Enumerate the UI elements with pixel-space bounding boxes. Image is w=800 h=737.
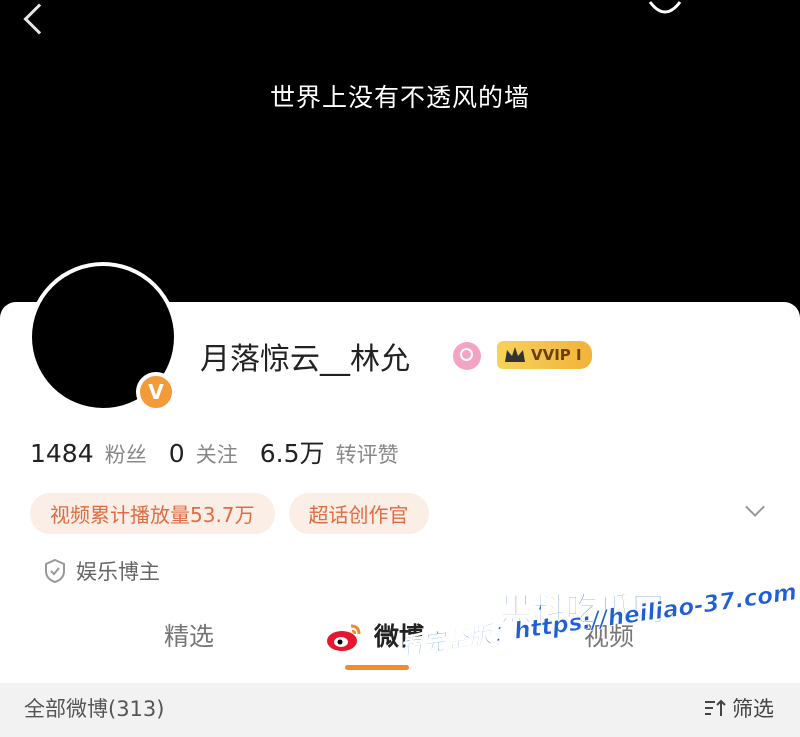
- weibo-logo-icon: [327, 624, 361, 651]
- vvip-badge[interactable]: VVIP I: [497, 341, 592, 369]
- stat-value: 1484: [30, 439, 94, 468]
- tab-featured[interactable]: 精选: [164, 617, 214, 653]
- stat-following[interactable]: 0 关注: [169, 439, 238, 469]
- stat-value: 0: [168, 439, 185, 468]
- crown-icon: [505, 347, 525, 362]
- more-icon[interactable]: [648, 0, 682, 20]
- stat-value: 6.5万: [259, 439, 325, 468]
- stat-label: 粉丝: [104, 443, 147, 467]
- cover-text: 世界上没有不透风的墙: [269, 83, 530, 112]
- verified-badge: V: [136, 372, 176, 412]
- profile-tags: 视频累计播放量53.7万 超话创作官: [30, 493, 429, 534]
- all-posts-filter[interactable]: 全部微博(313): [24, 693, 164, 723]
- tag-supertopic-creator[interactable]: 超话创作官: [288, 493, 429, 534]
- category-row: 娱乐博主: [44, 556, 160, 586]
- vvip-label: VVIP I: [531, 346, 582, 364]
- search-badge-icon[interactable]: [453, 342, 481, 370]
- shield-icon: [45, 558, 65, 584]
- profile-stats: 1484 粉丝 0 关注 6.5万 转评赞: [30, 434, 399, 470]
- tag-video-plays[interactable]: 视频累计播放量53.7万: [30, 493, 275, 534]
- watermark: 黑料吃瓜网 看完整版：https://heiliao-37.com: [398, 579, 800, 704]
- stat-followers[interactable]: 1484 粉丝: [30, 439, 147, 469]
- stat-label: 转评赞: [335, 443, 399, 467]
- stat-interactions[interactable]: 6.5万 转评赞: [260, 434, 399, 470]
- category-label: 娱乐博主: [76, 560, 160, 584]
- username: 月落惊云__林允: [200, 342, 410, 377]
- stat-label: 关注: [195, 443, 238, 467]
